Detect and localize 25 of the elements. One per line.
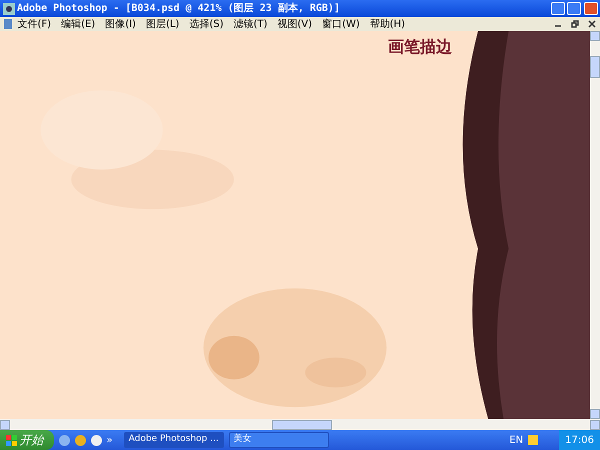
windows-logo-icon xyxy=(6,434,17,446)
window-title: Adobe Photoshop - [B034.psd @ 421% (图层 23 副本, RGB)] xyxy=(17,2,340,16)
menu-item[interactable]: 编辑(E) xyxy=(56,18,100,30)
more-button[interactable]: » xyxy=(106,432,113,448)
close-button[interactable] xyxy=(588,20,596,28)
menu-item[interactable]: 文件(F) xyxy=(12,18,56,30)
scroll-thumb[interactable] xyxy=(590,56,600,78)
menu-item[interactable]: 图层(L) xyxy=(140,18,184,30)
language-indicator[interactable]: EN xyxy=(509,432,524,448)
start-button[interactable]: 开始 xyxy=(0,430,54,450)
taskbar-button[interactable]: Adobe Photoshop ... xyxy=(124,432,224,448)
caption: 画笔描边 xyxy=(388,36,452,58)
restore-button[interactable] xyxy=(570,20,578,28)
scroll-right-button[interactable] xyxy=(590,420,600,430)
clock: 17:06 xyxy=(559,430,600,450)
menu-item[interactable]: 帮助(H) xyxy=(364,18,410,30)
scroll-left-button[interactable] xyxy=(0,420,10,430)
menu-item[interactable]: 视图(V) xyxy=(272,18,318,30)
scroll-thumb[interactable] xyxy=(272,420,332,430)
menu-item[interactable]: 选择(S) xyxy=(184,18,228,30)
taskbar-button[interactable]: 美女 xyxy=(228,432,329,448)
menu-item[interactable]: 图像(I) xyxy=(100,18,141,30)
menu-item[interactable]: 滤镜(T) xyxy=(228,18,272,30)
minimize-button[interactable] xyxy=(550,2,564,15)
menu-item[interactable]: 窗口(W) xyxy=(317,18,365,30)
